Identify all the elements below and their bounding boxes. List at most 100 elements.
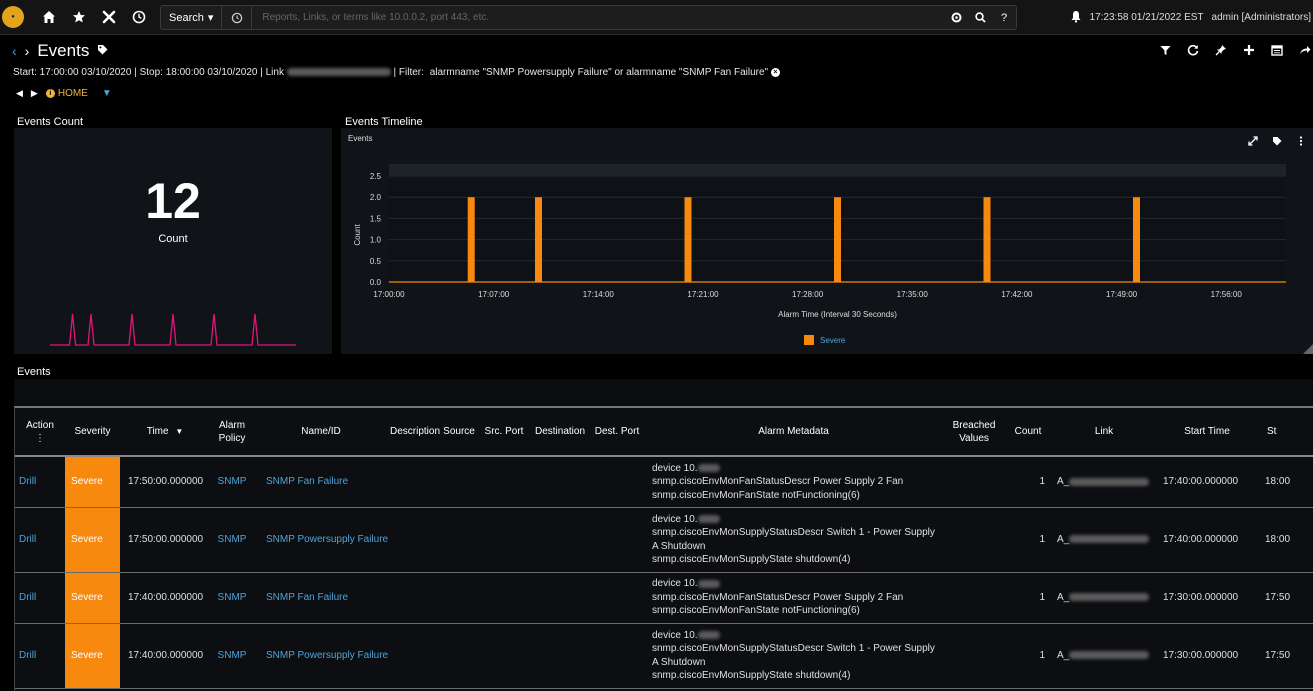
sort-desc-icon[interactable]: ▼	[175, 427, 183, 436]
start-time-cell: 17:30:00.000000	[1159, 572, 1255, 624]
alarm-policy-link[interactable]: SNMP	[210, 623, 254, 689]
table-row[interactable]: Drill Severe 17:50:00.000000 SNMP SNMP Fan F…	[15, 456, 1313, 508]
count-cell: 1	[1007, 623, 1049, 689]
link-cell: A_	[1049, 507, 1159, 573]
event-time: 17:40:00.000000	[120, 623, 210, 689]
col-alarm-metadata[interactable]: Alarm Metadata	[646, 408, 941, 457]
filter-icon[interactable]	[1157, 42, 1173, 58]
home-breadcrumb[interactable]: i HOME	[45, 88, 88, 99]
redacted-ip	[697, 579, 720, 588]
redacted-link	[1069, 593, 1150, 602]
col-destination[interactable]: Destination	[532, 408, 588, 457]
severity-badge: Severe	[65, 572, 120, 624]
settings-icon[interactable]	[944, 6, 968, 29]
drill-link[interactable]: Drill	[15, 623, 65, 689]
alarm-name-link[interactable]: SNMP Fan Failure	[254, 456, 388, 508]
refresh-icon[interactable]	[1185, 42, 1201, 58]
breached-values-cell	[941, 456, 1007, 508]
src-port-cell	[476, 456, 532, 508]
col-name-id[interactable]: Name/ID	[254, 408, 388, 457]
history-icon[interactable]	[222, 6, 253, 29]
drill-link[interactable]: Drill	[15, 456, 65, 508]
col-start-time[interactable]: Start Time	[1159, 408, 1255, 457]
link-prefix: A_	[1057, 650, 1070, 661]
link-cell: A_	[1049, 456, 1159, 508]
col-stop-time[interactable]: St	[1255, 408, 1313, 457]
timeline-bar	[834, 197, 841, 282]
src-port-cell	[476, 507, 532, 573]
x-tick-label: 17:42:00	[1001, 290, 1033, 299]
user-menu[interactable]: admin [Administrators]	[1212, 12, 1311, 23]
home-label: HOME	[57, 88, 88, 99]
events-count-panel: 12 Count	[14, 128, 332, 354]
report-info-line: Start: 17:00:00 03/10/2020 | Stop: 18:00…	[13, 67, 780, 78]
col-action[interactable]: Action ⋮	[15, 408, 65, 457]
y-tick-label: 2.0	[370, 193, 382, 202]
pin-icon[interactable]	[1213, 42, 1229, 58]
col-description[interactable]: Description	[388, 408, 442, 457]
source-cell	[442, 623, 476, 689]
col-dest-port[interactable]: Dest. Port	[588, 408, 646, 457]
event-time: 17:40:00.000000	[120, 572, 210, 624]
events-timeline-title: Events Timeline	[345, 116, 423, 128]
metadata-device: device 10.	[652, 513, 937, 527]
x-tick-label: 17:56:00	[1211, 290, 1243, 299]
device-ip: device 10.	[652, 462, 698, 474]
col-src-port[interactable]: Src. Port	[476, 408, 532, 457]
clock-icon[interactable]	[124, 2, 154, 32]
drill-link[interactable]: Drill	[15, 572, 65, 624]
drill-link[interactable]: Drill	[15, 507, 65, 573]
clear-filter-icon[interactable]: ×	[770, 67, 780, 77]
alarm-policy-link[interactable]: SNMP	[210, 572, 254, 624]
x-axis-label: Alarm Time (Interval 30 Seconds)	[778, 310, 897, 319]
column-menu-icon[interactable]: ⋮	[35, 433, 45, 444]
device-ip: device 10.	[652, 578, 698, 590]
severity-badge: Severe	[65, 623, 120, 689]
left-triangle-icon[interactable]: ◀	[16, 88, 23, 99]
col-time[interactable]: Time ▼	[120, 408, 210, 457]
severity-badge: Severe	[65, 507, 120, 573]
star-icon[interactable]	[64, 2, 94, 32]
alarm-name-link[interactable]: SNMP Powersupply Failure	[254, 507, 388, 573]
help-icon[interactable]: ?	[992, 6, 1016, 29]
redacted-link	[286, 68, 391, 77]
search-type-dropdown[interactable]: Search ▾	[161, 6, 223, 29]
table-row[interactable]: Drill Severe 17:50:00.000000 SNMP SNMP Power…	[15, 507, 1313, 573]
forward-arrow-icon[interactable]: ›	[25, 43, 30, 59]
alarm-name-link[interactable]: SNMP Powersupply Failure	[254, 623, 388, 689]
search-icon[interactable]	[968, 6, 992, 29]
share-icon[interactable]	[1297, 42, 1313, 58]
col-source[interactable]: Source	[442, 408, 476, 457]
tag-icon[interactable]	[97, 44, 108, 58]
col-link[interactable]: Link	[1049, 408, 1159, 457]
table-row[interactable]: Drill Severe 17:40:00.000000 SNMP SNMP Power…	[15, 623, 1313, 689]
description-cell	[388, 572, 442, 624]
destination-cell	[532, 507, 588, 573]
link-cell: A_	[1049, 572, 1159, 624]
alarm-policy-link[interactable]: SNMP	[210, 456, 254, 508]
app-logo[interactable]: ●	[2, 6, 24, 28]
destination-cell	[532, 623, 588, 689]
stop-time-cell: 17:50	[1255, 572, 1313, 624]
back-arrow-icon[interactable]: ‹	[12, 43, 17, 59]
tools-icon[interactable]	[94, 2, 124, 32]
right-triangle-icon[interactable]: ▶	[31, 88, 38, 99]
col-count[interactable]: Count	[1007, 408, 1049, 457]
source-cell	[442, 507, 476, 573]
search-input[interactable]	[252, 12, 944, 23]
col-alarm-policy[interactable]: Alarm Policy	[210, 408, 254, 457]
add-icon[interactable]	[1241, 42, 1257, 58]
x-tick-label: 17:00:00	[373, 290, 405, 299]
table-row[interactable]: Drill Severe 17:40:00.000000 SNMP SNMP Fan F…	[15, 572, 1313, 624]
col-breached-values[interactable]: Breached Values	[941, 408, 1007, 457]
home-icon[interactable]	[34, 2, 64, 32]
chevron-down-icon[interactable]: ▼	[102, 88, 112, 99]
alarm-policy-link[interactable]: SNMP	[210, 507, 254, 573]
breached-values-cell	[941, 507, 1007, 573]
col-severity[interactable]: Severity	[65, 408, 120, 457]
alarm-metadata-cell: device 10. snmp.ciscoEnvMonSupplyStatusDe…	[646, 507, 941, 573]
bell-icon[interactable]	[1070, 10, 1082, 26]
src-port-cell	[476, 623, 532, 689]
calendar-icon[interactable]	[1269, 42, 1285, 58]
alarm-name-link[interactable]: SNMP Fan Failure	[254, 572, 388, 624]
